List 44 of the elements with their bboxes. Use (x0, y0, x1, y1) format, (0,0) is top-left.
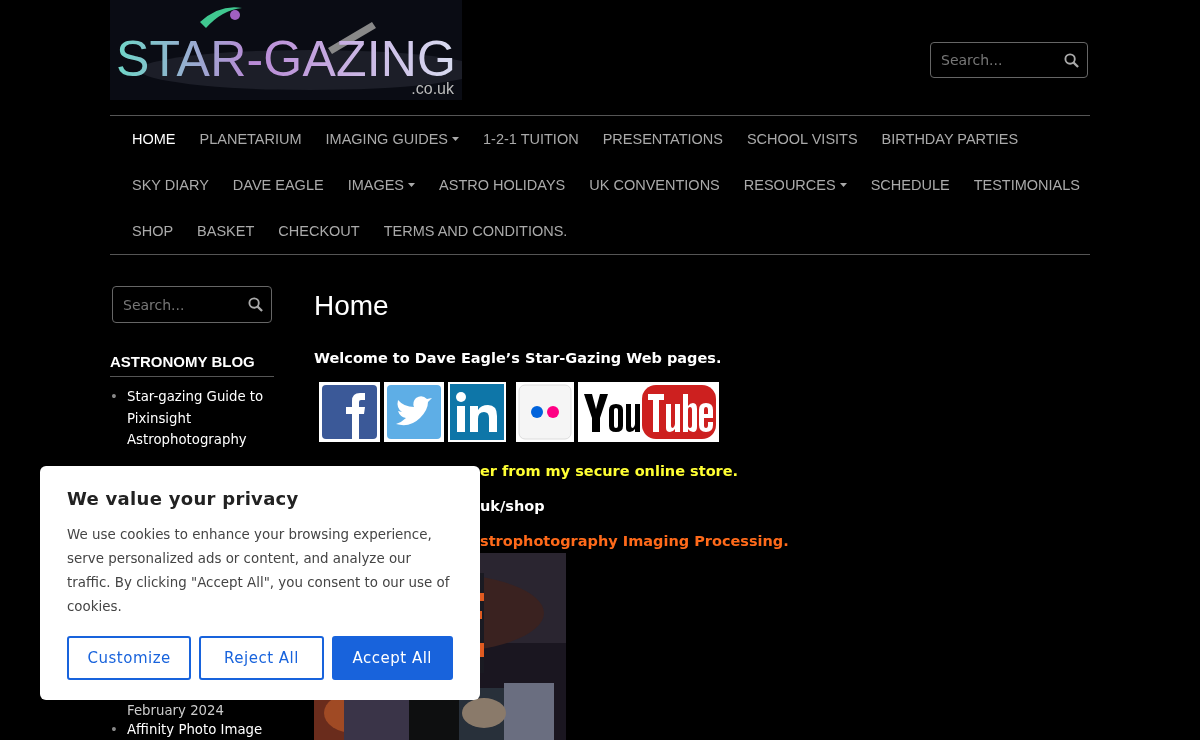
promo-text: er from my secure online store. (480, 462, 740, 481)
facebook-icon[interactable] (319, 382, 380, 442)
search-icon (1064, 52, 1079, 68)
nav-link[interactable]: HOME (110, 116, 188, 162)
page-title: Home (314, 290, 390, 322)
accept-button[interactable]: Accept All (331, 636, 453, 680)
search-field[interactable]: Search... (930, 42, 1088, 78)
dialog-text: We use cookies to enhance your browsing experience, serve personalized ads or content, and analyze our traffic. By clicking "Accept All", you consent to our use of cookies. (67, 526, 451, 616)
nav-link[interactable]: IMAGES (335, 162, 428, 208)
nav-link[interactable]: BASKET (185, 208, 267, 254)
bullet: • (110, 720, 119, 739)
nav-link[interactable]: TESTIMONIALS (961, 162, 1092, 208)
dialog-button[interactable]: Customize (67, 636, 192, 680)
nav-link[interactable]: CHECKOUT (266, 208, 372, 254)
search-icon (248, 297, 263, 312)
flickr-icon[interactable] (516, 382, 574, 442)
promo-text: uk/shop (480, 497, 546, 516)
nav-link[interactable]: PRESENTATIONS (590, 116, 735, 162)
nav-link[interactable]: RESOURCES (731, 162, 859, 208)
nav-link[interactable]: SHOP (110, 208, 186, 254)
nav-link[interactable]: SCHEDULE (858, 162, 962, 208)
nav-link[interactable]: BIRTHDAY PARTIES (869, 116, 1031, 162)
dialog-title: We value your privacy (67, 488, 300, 509)
nav-link[interactable]: PLANETARIUM (187, 116, 314, 162)
post-date: February 2024 (127, 701, 224, 720)
nav-link[interactable]: UK CONVENTIONS (577, 162, 732, 208)
youtube-logo[interactable] (578, 382, 719, 442)
nav-link[interactable]: DAVE EAGLE (220, 162, 336, 208)
dialog-button[interactable]: Reject All (199, 636, 324, 680)
site-logo[interactable]: STAR-GAZING .co.uk (110, 0, 462, 100)
welcome-text: Welcome to Dave Eagle’s Star-Gazing Web pages. (314, 350, 723, 366)
nav-link[interactable]: IMAGING GUIDES (313, 116, 472, 162)
blog-heading: ASTRONOMY BLOG (110, 353, 274, 377)
blog-post-link[interactable]: Star-gazing Guide to Pixinsight Astrophotography (127, 386, 274, 451)
nav-link[interactable]: TERMS AND CONDITIONS. (371, 208, 580, 254)
nav-link[interactable]: 1-2-1 TUITION (471, 116, 591, 162)
promo-text: strophotography Imaging Processing. (480, 532, 790, 551)
blog-post-link[interactable]: Affinity Photo Image (127, 719, 263, 739)
nav-link[interactable]: SCHOOL VISITS (734, 116, 870, 162)
search-field[interactable]: Search... (112, 286, 272, 323)
nav-link[interactable]: ASTRO HOLIDAYS (427, 162, 578, 208)
bullet: • (110, 388, 119, 406)
linkedin-icon[interactable] (448, 382, 506, 442)
nav-link[interactable]: SKY DIARY (110, 162, 221, 208)
